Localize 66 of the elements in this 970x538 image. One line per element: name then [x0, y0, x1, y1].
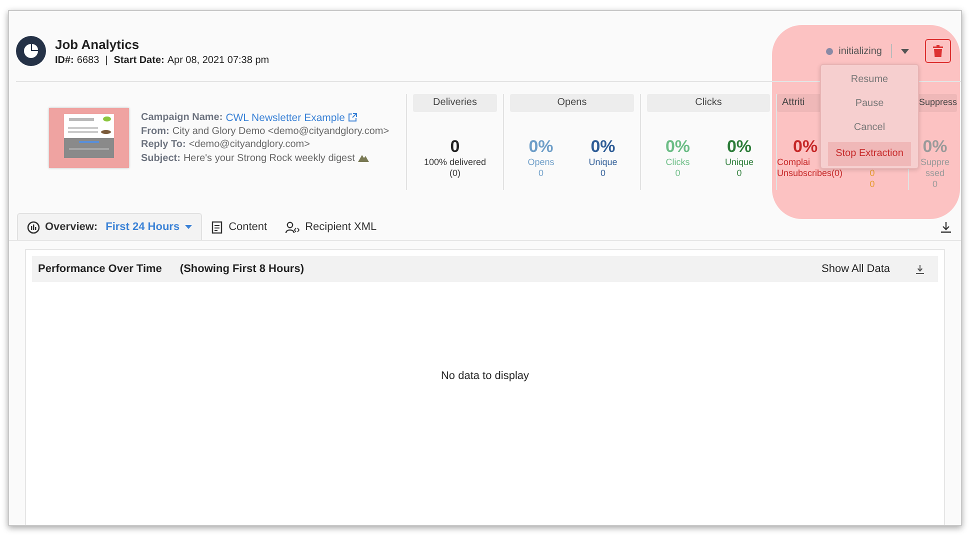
metric-label: Unique	[588, 157, 618, 168]
metric-label: Unique	[724, 157, 754, 168]
group-header: Deliveries	[433, 97, 477, 108]
page-title: Job Analytics	[55, 36, 140, 52]
caret-icon	[901, 48, 909, 54]
metric-count: 0	[932, 179, 938, 190]
group-header: Suppress	[919, 97, 958, 107]
chart-icon	[27, 220, 40, 234]
metric-count: 0	[600, 168, 606, 179]
metric-label: Clicks	[666, 157, 690, 168]
id-label: ID#:	[55, 54, 74, 66]
status-dropdown[interactable]: initializing	[826, 44, 909, 58]
caret-icon	[184, 225, 192, 229]
start-date-value: Apr 08, 2021 07:38 pm	[167, 54, 270, 66]
metric-count: 0	[538, 168, 544, 179]
metric-value: 0	[450, 137, 460, 157]
pie-chart-icon	[24, 44, 38, 58]
metric-value: 0%	[528, 137, 554, 157]
field-label: Subject:	[141, 152, 180, 164]
group-header: Clicks	[695, 97, 722, 108]
metric-value: 0%	[590, 137, 616, 157]
field-value: City and Glory Demo <demo@cityandglory.com>	[172, 126, 390, 137]
metric-count: 0	[736, 168, 742, 179]
menu-item[interactable]: Pause	[847, 92, 892, 116]
trash-icon	[933, 45, 943, 57]
metric-count: 0	[870, 179, 875, 190]
menu-item[interactable]: Resume	[842, 68, 896, 92]
panel-title: Performance Over Time	[38, 263, 162, 275]
id-value: 6683	[76, 54, 100, 66]
metric-label: Suppressed	[919, 157, 951, 179]
menu-item[interactable]: Stop Extraction	[828, 142, 912, 166]
group-header: Opens	[557, 97, 587, 108]
tab[interactable]: Content	[202, 214, 276, 240]
metric-value: 0%	[726, 137, 752, 157]
field-value: Here's your Strong Rock weekly digest	[183, 152, 355, 164]
field-label: Reply To:	[141, 139, 186, 150]
user-code-icon	[285, 220, 300, 234]
start-date-label: Start Date:	[114, 54, 164, 66]
menu-item[interactable]: Cancel	[846, 116, 894, 140]
metric-value: 0%	[793, 137, 818, 157]
download-icon[interactable]	[941, 222, 951, 233]
metric-label: Complai	[777, 157, 810, 168]
metric-count: (0)	[450, 168, 460, 179]
metric-count: 0	[675, 168, 680, 179]
metric-value: 0%	[922, 137, 948, 157]
metric-value: 0%	[665, 137, 690, 157]
metric-label: 100% delivered	[424, 157, 486, 168]
field-label: From:	[141, 126, 170, 137]
metric-label: Opens	[528, 157, 554, 168]
tab[interactable]: Recipient XML	[276, 214, 386, 240]
metric-count: Unsubscribes(0)	[777, 168, 843, 179]
empty-message: No data to display	[440, 370, 530, 384]
download-icon[interactable]	[916, 264, 924, 274]
separator: |	[105, 54, 108, 66]
show-all-data-link[interactable]: Show All Data	[822, 263, 890, 275]
delete-button[interactable]	[925, 39, 951, 63]
panel-subtitle: (Showing First 8 Hours)	[180, 263, 304, 275]
tab[interactable]: Overview: First 24 Hours	[17, 213, 202, 240]
field-value: <demo@cityandglory.com>	[188, 139, 310, 150]
field-label: Campaign Name:	[141, 112, 223, 124]
mountain-icon	[358, 154, 369, 162]
external-link-icon	[348, 113, 357, 122]
metric-label: 0	[870, 168, 875, 179]
campaign-link[interactable]: CWL Newsletter Example	[226, 112, 345, 124]
group-header: Attriti	[782, 97, 805, 108]
document-icon	[210, 220, 224, 234]
